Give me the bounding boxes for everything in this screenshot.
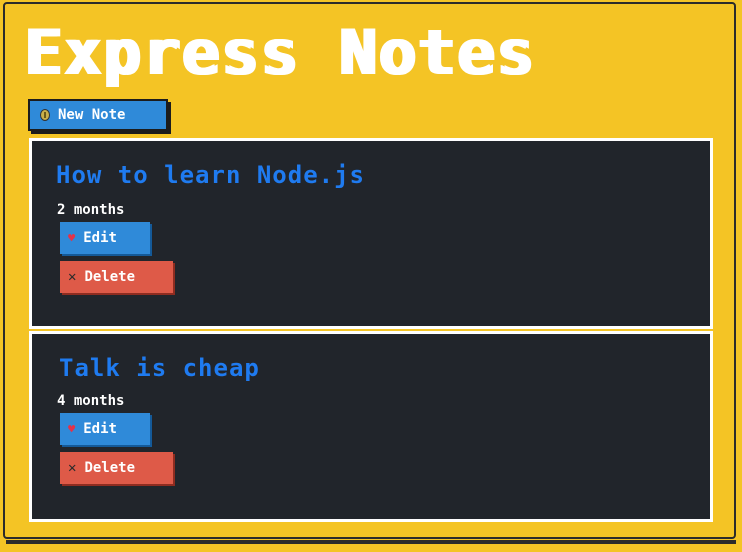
delete-button[interactable]: ✕ Delete [60,452,173,484]
note-title-link[interactable]: Talk is cheap [59,354,260,382]
note-age: 4 months [57,393,125,409]
edit-label: Edit [83,230,117,246]
page-title: Express Notes [24,16,536,89]
edit-label: Edit [83,421,117,437]
delete-button[interactable]: ✕ Delete [60,261,173,293]
note-card: Talk is cheap 4 months ♥ Edit ✕ Delete [29,331,713,522]
new-note-label: New Note [58,107,126,123]
x-icon: ✕ [68,460,77,476]
x-icon: ✕ [68,269,77,285]
frame-shadow [6,540,736,544]
new-note-button[interactable]: New Note [28,99,168,131]
edit-button[interactable]: ♥ Edit [60,222,150,254]
heart-icon: ♥ [68,231,76,245]
note-age: 2 months [57,202,125,218]
heart-icon: ♥ [68,422,76,436]
note-card: How to learn Node.js 2 months ♥ Edit ✕ D… [29,138,713,329]
coin-icon [40,109,50,121]
delete-label: Delete [84,460,136,476]
edit-button[interactable]: ♥ Edit [60,413,150,445]
note-title-link[interactable]: How to learn Node.js [56,161,365,189]
delete-label: Delete [84,269,136,285]
